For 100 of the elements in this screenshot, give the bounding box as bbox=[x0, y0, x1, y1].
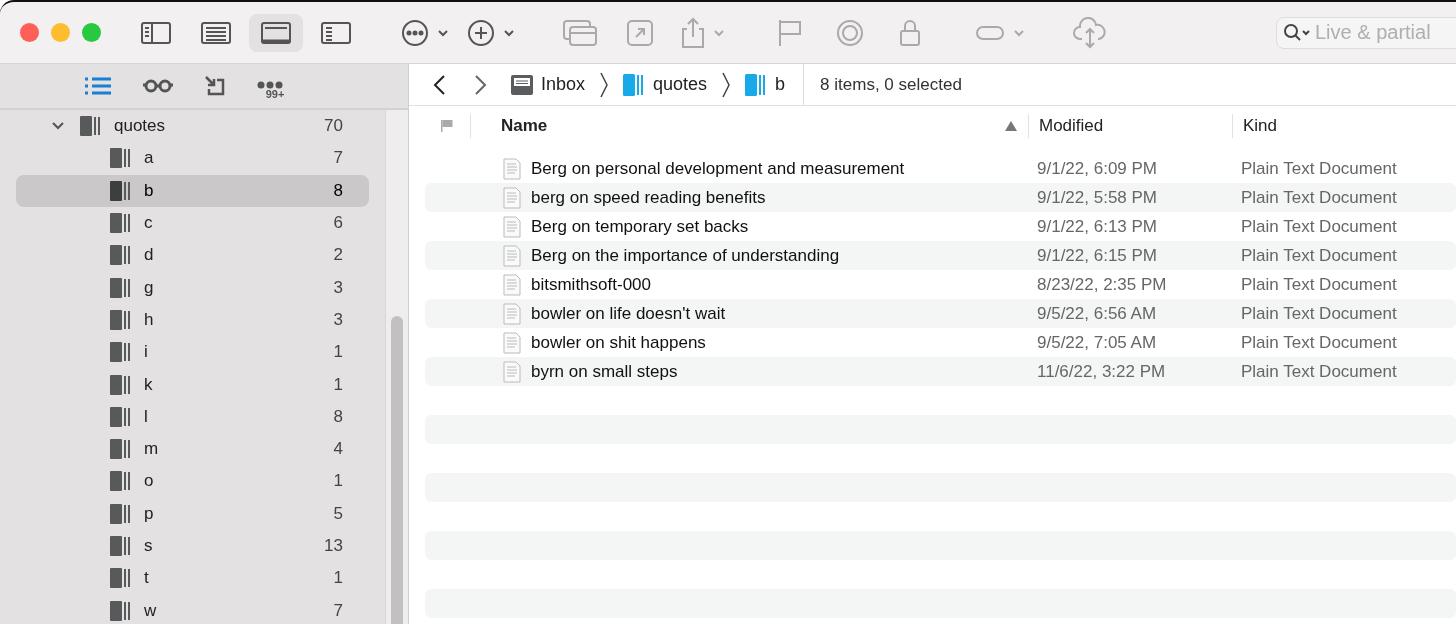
dots-icon bbox=[257, 80, 283, 89]
unread-count-label: 99+ bbox=[265, 88, 285, 100]
text-document-icon bbox=[503, 302, 521, 325]
breadcrumb[interactable]: b bbox=[739, 73, 792, 96]
group-icon bbox=[110, 406, 132, 427]
file-name: berg on speed reading benefits bbox=[531, 187, 766, 208]
sidebar-item[interactable]: o 1 bbox=[16, 465, 369, 498]
item-name: m bbox=[144, 439, 160, 460]
item-name: k bbox=[144, 374, 154, 395]
file-kind: Plain Text Document bbox=[1241, 216, 1397, 237]
item-count: 7 bbox=[333, 148, 343, 169]
inbox-icon bbox=[511, 74, 533, 95]
group-icon bbox=[110, 245, 132, 266]
file-row[interactable]: Berg on personal development and measurement 9/1/22, 6:09 PM Plain Text Document bbox=[425, 154, 1456, 183]
group-icon bbox=[745, 73, 768, 96]
sidebar-item[interactable]: d 2 bbox=[16, 239, 369, 272]
item-count: 2 bbox=[333, 245, 343, 266]
file-kind: Plain Text Document bbox=[1241, 274, 1397, 295]
group-icon bbox=[110, 180, 132, 201]
file-name: bowler on life doesn't wait bbox=[531, 303, 726, 324]
item-name: w bbox=[144, 600, 158, 621]
item-name: d bbox=[144, 245, 155, 266]
file-name: bitsmithsoft-000 bbox=[531, 274, 651, 295]
file-row[interactable]: bowler on life doesn't wait 9/5/22, 6:56 AM Plain Text Document bbox=[425, 299, 1456, 328]
more-tab[interactable]: 99+ bbox=[251, 69, 289, 103]
glasses-icon bbox=[141, 78, 174, 94]
item-name: s bbox=[144, 536, 154, 556]
sidebar-item[interactable]: p 5 bbox=[16, 497, 369, 530]
text-document-icon bbox=[503, 360, 521, 383]
sidebar-item[interactable]: w 7 bbox=[16, 594, 369, 624]
item-name: c bbox=[144, 213, 154, 234]
sidebar-item[interactable]: i 1 bbox=[16, 336, 369, 369]
scrollbar-thumb[interactable] bbox=[391, 316, 403, 624]
item-count: 1 bbox=[333, 568, 343, 589]
text-document-icon bbox=[503, 331, 521, 354]
sidebar-item[interactable]: k 1 bbox=[16, 368, 369, 401]
list-layout-icon bbox=[200, 20, 232, 45]
column-header[interactable]: Kind bbox=[1233, 114, 1278, 138]
sidebar-item[interactable]: t 1 bbox=[16, 562, 369, 595]
preview-layout-button[interactable] bbox=[249, 13, 303, 52]
zoom-button[interactable] bbox=[82, 23, 101, 42]
group-icon bbox=[110, 277, 132, 298]
item-count: 6 bbox=[333, 213, 343, 234]
modified-date: 9/5/22, 7:05 AM bbox=[1037, 332, 1158, 353]
chevron-left-icon bbox=[432, 73, 446, 96]
file-row[interactable]: Berg on temporary set backs 9/1/22, 6:13 PM Plain Text Document bbox=[425, 212, 1456, 241]
item-count: 8 bbox=[333, 180, 343, 201]
group-icon bbox=[110, 439, 132, 460]
sidebar-item[interactable]: h 3 bbox=[16, 303, 369, 337]
file-row[interactable]: bowler on shit happens 9/5/22, 7:05 AM Plain Text Document bbox=[425, 328, 1456, 357]
sidebar-item[interactable]: c 6 bbox=[16, 206, 369, 240]
group-icon bbox=[110, 148, 132, 169]
group-icon bbox=[110, 374, 132, 395]
group-icon bbox=[80, 116, 102, 137]
item-name: o bbox=[144, 471, 155, 492]
breadcrumb[interactable]: quotes bbox=[617, 73, 714, 96]
modified-date: 9/1/22, 6:13 PM bbox=[1037, 216, 1159, 237]
sidebar-item[interactable]: s 13 bbox=[16, 529, 369, 563]
sidebar-item[interactable]: b 8 bbox=[16, 174, 369, 207]
group-icon bbox=[110, 471, 132, 492]
search-field[interactable]: Live & partial bbox=[1276, 16, 1456, 49]
item-name: g bbox=[144, 277, 155, 298]
file-row[interactable]: Berg on the importance of understanding 9/1/22, 6:15 PM Plain Text Document bbox=[425, 241, 1456, 270]
file-kind: Plain Text Document bbox=[1241, 158, 1397, 179]
modified-date: 9/1/22, 5:58 PM bbox=[1037, 187, 1159, 208]
sidebar-item[interactable]: g 3 bbox=[16, 271, 369, 304]
sidebar-item[interactable]: m 4 bbox=[16, 432, 369, 466]
file-row[interactable]: berg on speed reading benefits 9/1/22, 5:58 PM Plain Text Document bbox=[425, 183, 1456, 212]
item-count: 8 bbox=[333, 406, 343, 427]
item-name: quotes bbox=[114, 116, 167, 137]
file-name: byrn on small steps bbox=[531, 361, 678, 382]
file-row[interactable]: byrn on small steps 11/6/22, 3:22 PM Plain Text Document bbox=[425, 357, 1456, 386]
item-count: 5 bbox=[333, 503, 343, 524]
item-name: p bbox=[144, 503, 155, 524]
file-row[interactable]: bitsmithsoft-000 8/23/22, 2:35 PM Plain Text Document bbox=[425, 270, 1456, 299]
import-arrow-icon bbox=[203, 75, 226, 97]
text-document-icon bbox=[503, 273, 521, 296]
item-name: i bbox=[144, 342, 149, 363]
file-kind: Plain Text Document bbox=[1241, 187, 1397, 208]
item-count: 4 bbox=[333, 439, 343, 460]
text-document-icon bbox=[503, 157, 521, 180]
modified-date: 9/5/22, 6:56 AM bbox=[1037, 303, 1158, 324]
chevron-right-icon bbox=[474, 73, 488, 96]
column-header[interactable]: Name bbox=[471, 114, 1029, 138]
group-icon bbox=[110, 342, 132, 363]
chevron-down-icon[interactable] bbox=[52, 121, 64, 132]
sidebar-item[interactable]: a 7 bbox=[16, 142, 369, 175]
sidebar-item[interactable]: l 8 bbox=[16, 400, 369, 433]
close-button[interactable] bbox=[20, 23, 39, 42]
item-name: t bbox=[144, 568, 150, 589]
item-count: 7 bbox=[333, 600, 343, 621]
item-name: a bbox=[144, 148, 155, 169]
file-kind: Plain Text Document bbox=[1241, 303, 1397, 324]
item-count: 3 bbox=[333, 277, 343, 298]
file-kind: Plain Text Document bbox=[1241, 245, 1397, 266]
column-header[interactable]: Modified bbox=[1029, 114, 1233, 138]
modified-date: 9/1/22, 6:09 PM bbox=[1037, 158, 1159, 179]
breadcrumb[interactable]: Inbox bbox=[505, 74, 592, 95]
split-layout-icon bbox=[320, 20, 352, 45]
sidebar-item[interactable]: quotes 70 bbox=[16, 110, 369, 143]
